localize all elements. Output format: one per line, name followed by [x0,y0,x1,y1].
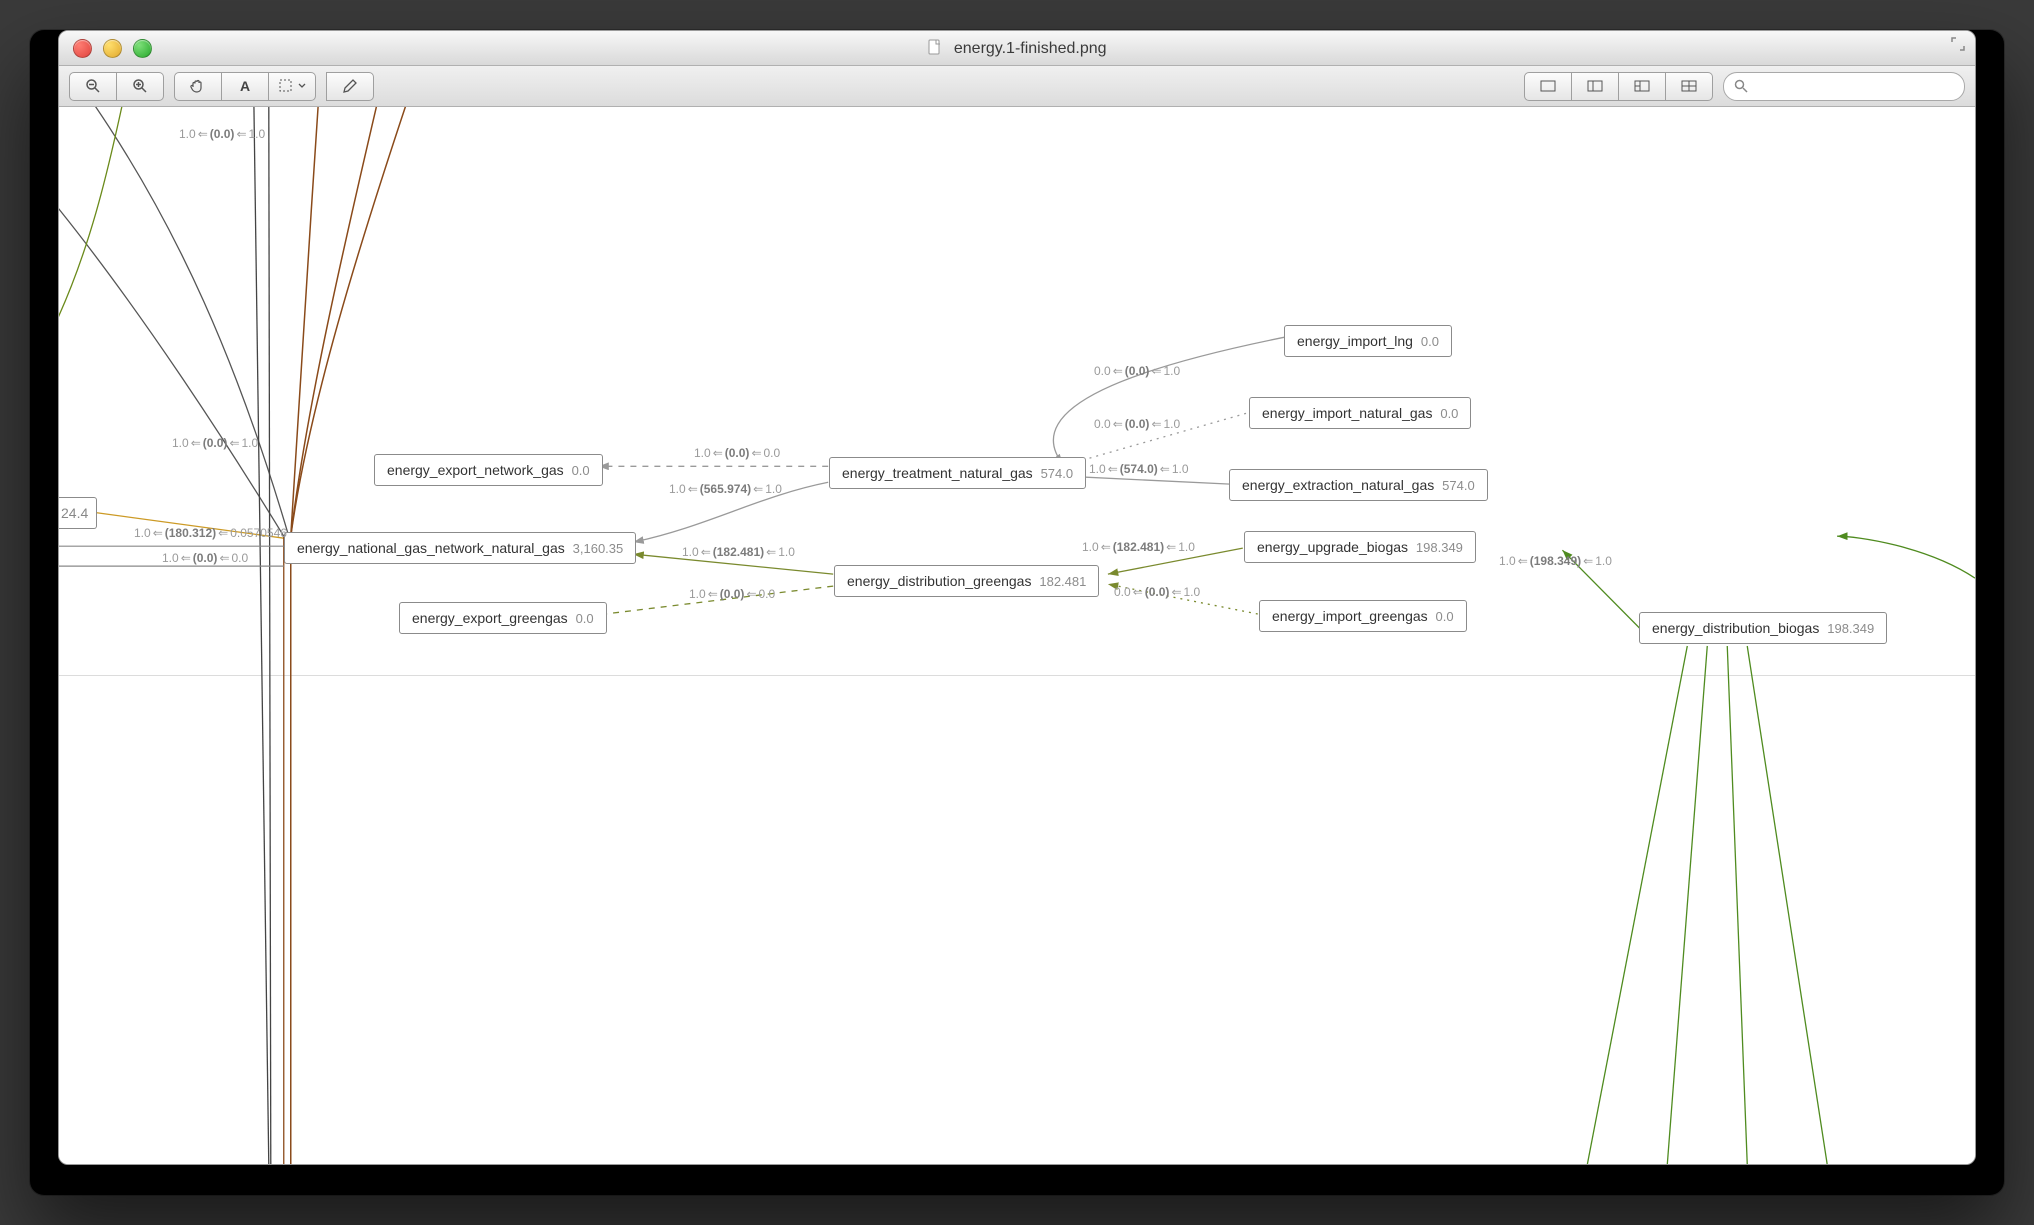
edge-label: 0.0⇐(0.0)⇐1.0 [1114,585,1200,599]
edge-label: 1.0⇐(0.0)⇐1.0 [172,436,258,450]
node-label: energy_national_gas_network_natural_gas [297,540,565,556]
node-label: energy_import_greengas [1272,608,1428,624]
edge-label: 1.0⇐(0.0)⇐0.0 [694,446,780,460]
view-sidebar-icon [1587,80,1603,92]
close-button[interactable] [73,39,92,58]
pencil-icon [342,78,358,94]
file-icon [927,39,943,55]
node-national-gas-network[interactable]: energy_national_gas_network_natural_gas … [284,532,636,564]
node-export-greengas[interactable]: energy_export_greengas 0.0 [399,602,607,634]
fullscreen-icon[interactable] [1951,37,1965,54]
search-input[interactable] [1754,77,1954,95]
node-value: 0.0 [572,463,590,478]
chevron-down-icon [298,82,306,90]
zoom-out-button[interactable] [69,72,117,101]
node-label: energy_export_greengas [412,610,568,626]
edge-label: 0.0⇐(0.0)⇐1.0 [1094,417,1180,431]
edge-label: 1.0⇐(182.481)⇐1.0 [1082,540,1195,554]
node-label: energy_treatment_natural_gas [842,465,1033,481]
marquee-icon [278,78,296,94]
node-value: 0.0 [1436,609,1454,624]
annotate-button[interactable] [326,72,374,101]
node-value: 574.0 [1041,466,1074,481]
text-tool-button[interactable]: A [222,72,269,101]
hand-icon [189,78,207,94]
zoom-group [69,72,164,101]
node-extraction-natural-gas[interactable]: energy_extraction_natural_gas 574.0 [1229,469,1488,501]
node-value: 3,160.35 [573,541,624,556]
edge-label: 1.0⇐(565.974)⇐1.0 [669,482,782,496]
node-export-network-gas[interactable]: energy_export_network_gas 0.0 [374,454,603,486]
zoom-in-button[interactable] [117,72,164,101]
view-group [1524,72,1713,101]
zoom-button[interactable] [133,39,152,58]
node-value: 182.481 [1039,574,1086,589]
edit-group [326,72,374,101]
diagram-viewport[interactable]: 24.4 energy_import_lng 0.0 energy_import… [59,107,1975,1164]
view-content-only-button[interactable] [1524,72,1572,101]
node-value: 198.349 [1827,621,1874,636]
view-toc-button[interactable] [1619,72,1666,101]
edge-label: 1.0⇐(0.0)⇐0.0 [162,551,248,565]
node-import-natural-gas[interactable]: energy_import_natural_gas 0.0 [1249,397,1471,429]
node-upgrade-biogas[interactable]: energy_upgrade_biogas 198.349 [1244,531,1476,563]
toolbar-search[interactable] [1723,72,1965,101]
edge-label: 1.0⇐(180.312)⇐0.0570546 [134,526,287,540]
tool-group: A [174,72,316,101]
traffic-lights [73,39,152,58]
edge-label: 1.0⇐(198.349)⇐1.0 [1499,554,1612,568]
zoom-out-icon [85,78,101,94]
node-distribution-greengas[interactable]: energy_distribution_greengas 182.481 [834,565,1099,597]
node-label: energy_export_network_gas [387,462,564,478]
edge-label: 1.0⇐(0.0)⇐0.0 [689,587,775,601]
minimize-button[interactable] [103,39,122,58]
node-value: 0.0 [1440,406,1458,421]
node-treatment-natural-gas[interactable]: energy_treatment_natural_gas 574.0 [829,457,1086,489]
view-grid-icon [1681,80,1697,92]
node-value: 574.0 [1442,478,1475,493]
edge-label: 1.0⇐(0.0)⇐1.0 [179,127,265,141]
node-distribution-biogas[interactable]: energy_distribution_biogas 198.349 [1639,612,1887,644]
toolbar: A [59,66,1975,107]
window-title: energy.1-finished.png [59,39,1975,58]
view-list-icon [1634,80,1650,92]
node-import-lng[interactable]: energy_import_lng 0.0 [1284,325,1452,357]
view-single-icon [1540,80,1556,92]
node-value: 0.0 [576,611,594,626]
node-label: energy_import_natural_gas [1262,405,1432,421]
search-icon [1734,79,1748,93]
node-label: energy_distribution_greengas [847,573,1031,589]
node-value: 198.349 [1416,540,1463,555]
move-tool-button[interactable] [174,72,222,101]
node-import-greengas[interactable]: energy_import_greengas 0.0 [1259,600,1467,632]
node-label: energy_extraction_natural_gas [1242,477,1434,493]
node-label: energy_upgrade_biogas [1257,539,1408,555]
edge-label: 0.0⇐(0.0)⇐1.0 [1094,364,1180,378]
node-label: energy_distribution_biogas [1652,620,1819,636]
edge-label: 1.0⇐(182.481)⇐1.0 [682,545,795,559]
node-value: 0.0 [1421,334,1439,349]
edge-label: 1.0⇐(574.0)⇐1.0 [1089,462,1189,476]
zoom-in-icon [132,78,148,94]
view-thumbnails-button[interactable] [1572,72,1619,101]
preview-window: energy.1-finished.png A [58,30,1976,1165]
node-fragment-left[interactable]: 24.4 [59,497,97,529]
view-contact-sheet-button[interactable] [1666,72,1713,101]
text-a-icon: A [240,78,250,94]
titlebar: energy.1-finished.png [59,31,1975,66]
node-label: energy_import_lng [1297,333,1413,349]
select-tool-button[interactable] [269,72,316,101]
